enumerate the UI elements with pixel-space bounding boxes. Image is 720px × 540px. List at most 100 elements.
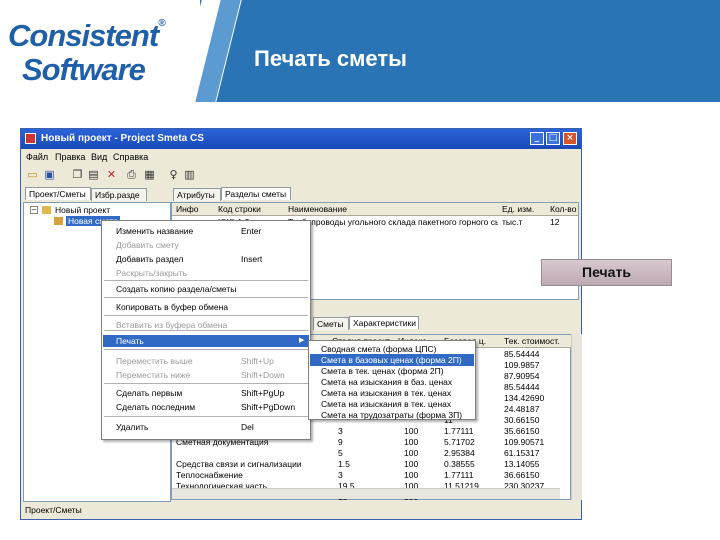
tab-estimates[interactable]: Сметы [313,317,349,330]
menu-separator [104,297,308,298]
company-logo-line2: Software [22,52,146,87]
paste-icon[interactable]: ▤ [87,168,100,181]
tab-attributes[interactable]: Атрибуты [173,188,221,201]
print-icon[interactable]: ⎙ [125,168,138,181]
calculator-icon[interactable]: ▥ [183,168,196,181]
context-menu-item[interactable]: Удалить Del [103,421,309,433]
table-cell: 36.66150 [504,470,540,480]
menu-separator [104,280,308,281]
column-header[interactable]: Код строки [218,204,284,214]
table-cell: 100 [404,459,419,469]
project-folder-icon [42,206,51,214]
company-logo: Consistent® [8,18,166,53]
table-cell: Средства связи и сигнализации [176,459,302,469]
maximize-button[interactable]: □ [546,132,560,145]
menu-view[interactable]: Вид [91,152,107,162]
menu-item-label: Удалить [116,422,149,432]
context-menu-item[interactable]: Печать ▶ [103,335,309,347]
table-row[interactable]: Теплоснабжение 3 100 1.77111 36.66150 [172,469,578,480]
submenu-arrow-icon: ▶ [299,337,305,344]
table-cell: Трубопроводы угольного склада пакетного … [288,217,498,227]
horizontal-scrollbar[interactable] [172,488,560,499]
menu-edit[interactable]: Правка [55,152,85,162]
status-text: Проект/Сметы [25,505,82,515]
column-header[interactable]: Тек. стоимост. [504,336,564,346]
delete-icon[interactable]: ✕ [105,168,118,181]
menu-item-label: Изменить название [116,226,194,236]
menu-separator [104,315,308,316]
menu-item-shortcut: Enter [241,226,262,236]
submenu-item-label: Смета на изыскания в тек. ценах [321,399,452,409]
table-cell: 85.54444 [504,382,540,392]
table-cell: 1.5 [338,459,350,469]
menu-item-label: Переместить выше [116,356,193,366]
table-cell: тыс.т [502,217,523,227]
tab-favorite-sections[interactable]: Избр.разде [91,188,147,201]
menu-file[interactable]: Файл [26,152,48,162]
context-menu: Изменить название Enter Добавить смету Доба… [101,220,311,440]
table-cell: 100 [404,470,419,480]
menu-bar: Файл Правка Вид Справка [21,149,581,165]
table-row[interactable]: Средства связи и сигнализации 1.5 100 0.385… [172,458,578,469]
menu-item-label: Создать копию раздела/сметы [116,284,237,294]
tree-item-project[interactable]: Новый проект [55,205,110,215]
context-menu-item[interactable]: Сделать последним Shift+PgDown [103,401,309,413]
table-cell: 5.71702 [444,437,475,447]
menu-item-shortcut: Shift+PgDown [241,402,296,412]
table-cell: 2.95384 [444,448,475,458]
table-row[interactable]: 5 100 2.95384 61.15317 [172,447,578,458]
menu-item-label: Сделать последним [116,402,196,412]
submenu-item-label: Смета в тек. ценах (форма 2П) [321,366,444,376]
context-menu-item: Раскрыть/закрыть [103,267,309,279]
close-button[interactable]: × [563,132,577,145]
context-menu-item[interactable]: Создать копию раздела/сметы [103,283,309,295]
context-menu-item[interactable]: Добавить раздел Insert [103,253,309,265]
tab-estimate-sections[interactable]: Разделы сметы [221,187,291,200]
tab-project-estimates[interactable]: Проект/Сметы [25,187,91,200]
tab-characteristics[interactable]: Характеристики [349,316,419,329]
menu-help[interactable]: Справка [113,152,148,162]
table-cell: 9 [338,437,343,447]
context-menu-item[interactable]: Изменить название Enter [103,225,309,237]
window-titlebar[interactable]: Новый проект - Project Smeta CS _ □ × [21,129,581,149]
menu-item-shortcut: Shift+Down [241,370,285,380]
column-header[interactable]: Наименование [288,204,488,214]
submenu-item-label: Смета на изыскания в баз. ценах [321,377,453,387]
open-folder-icon[interactable]: ▭ [26,168,39,181]
table-cell: 13.14055 [504,459,540,469]
menu-item-shortcut: Shift+Up [241,356,274,366]
table-cell: 1.77111 [444,426,474,436]
table-cell: 100 [404,437,419,447]
menu-item-shortcut: Shift+PgUp [241,388,285,398]
save-icon[interactable]: ▣ [43,168,56,181]
minimize-button[interactable]: _ [530,132,544,145]
table-cell: 87.90954 [504,371,540,381]
context-menu-item: Переместить выше Shift+Up [103,355,309,367]
menu-item-label: Вставить из буфера обмена [116,320,228,330]
table-cell: 35.66150 [504,426,540,436]
pin-icon[interactable]: ♀ [167,168,180,181]
print-submenu-item[interactable]: Смета на трудозатраты (форма 3П) [310,409,474,421]
column-header[interactable]: Инфо [176,204,216,214]
table-cell: 109.9857 [504,360,540,370]
slide-banner: Consistent® Software Печать сметы [0,0,720,102]
table-cell: 100 [404,448,419,458]
print-preview-icon[interactable]: ▦ [143,168,156,181]
tree-collapse-toggle[interactable]: − [30,206,38,214]
menu-item-label: Добавить смету [116,240,179,250]
menu-item-label: Раскрыть/закрыть [116,268,188,278]
vertical-scrollbar[interactable] [571,334,582,500]
table-cell: 24.48187 [504,404,540,414]
context-menu-item[interactable]: Копировать в буфер обмена [103,301,309,313]
context-menu-item: Добавить смету [103,239,309,251]
table-cell: 5 [338,448,343,458]
copy-icon[interactable]: ❐ [71,168,84,181]
context-menu-item[interactable]: Сделать первым Shift+PgUp [103,387,309,399]
table-cell: 12 [550,217,560,227]
column-header[interactable]: Кол-во [550,204,580,214]
column-header[interactable]: Ед. изм. [502,204,542,214]
sections-grid-header: Инфо Код строки Наименование Ед. изм. Ко… [172,203,578,216]
submenu-item-label: Смета на изыскания в тек. ценах [321,388,452,398]
window-title: Новый проект - Project Smeta CS [41,133,204,144]
table-cell: 109.90571 [504,437,545,447]
